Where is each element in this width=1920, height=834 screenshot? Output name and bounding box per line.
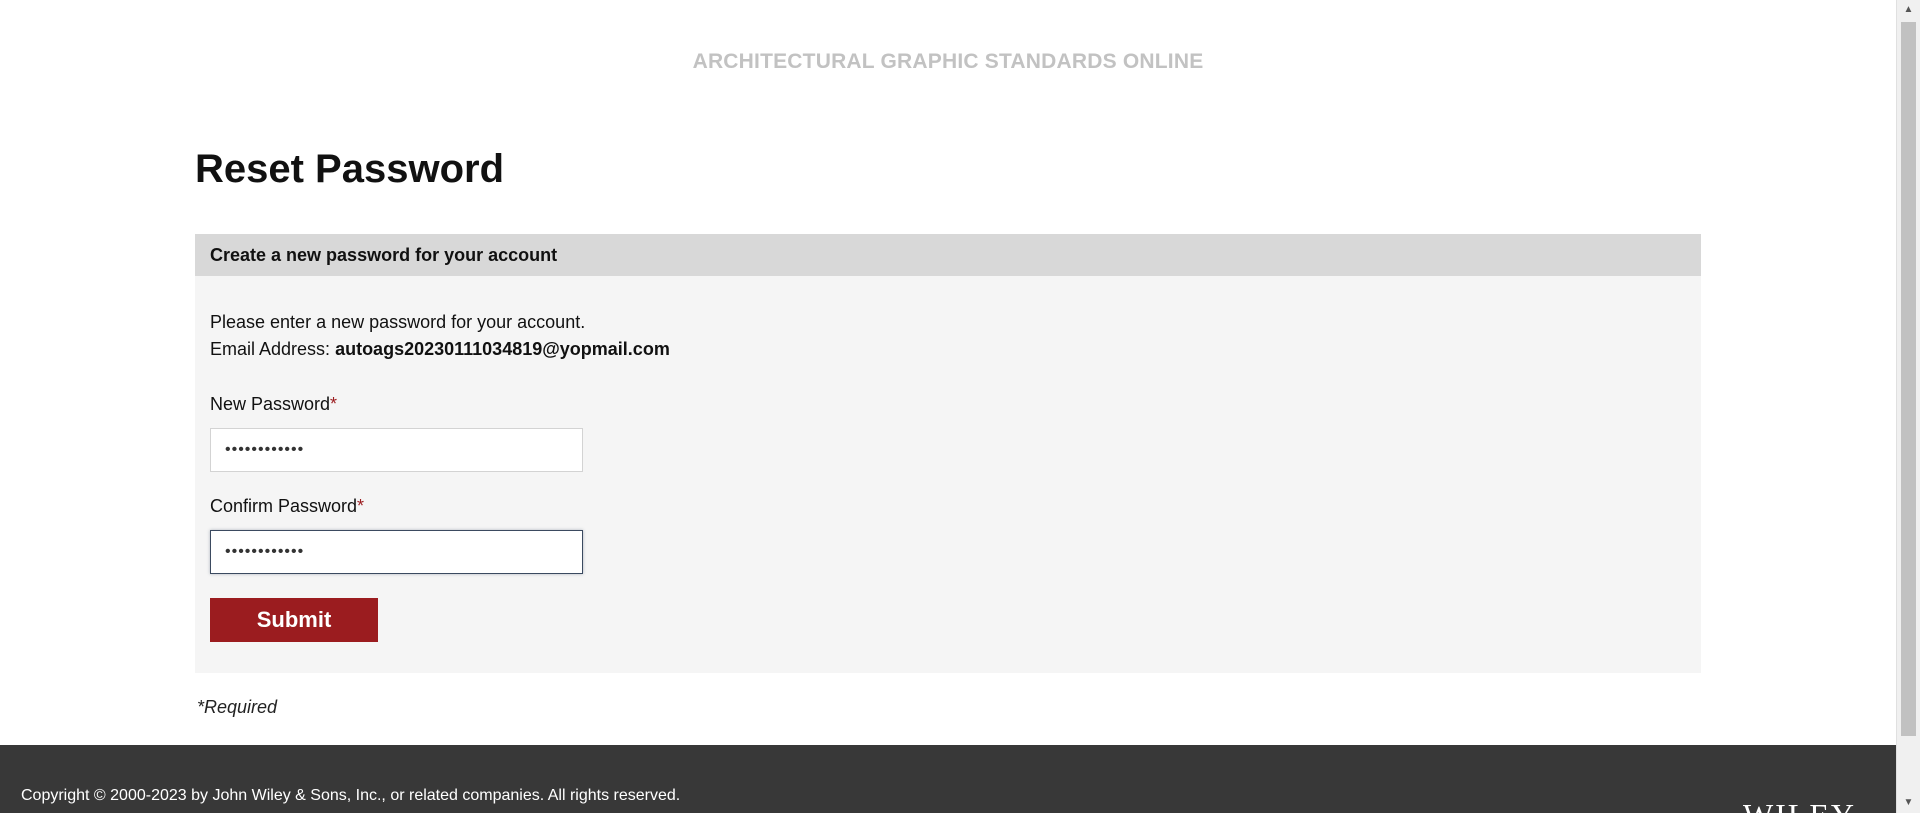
required-asterisk: *	[330, 394, 338, 414]
site-title: ARCHITECTURAL GRAPHIC STANDARDS ONLINE	[692, 50, 1204, 73]
email-value: autoags20230111034819@yopmail.com	[335, 339, 670, 359]
copyright-text: Copyright © 2000-2023 by John Wiley & So…	[21, 787, 681, 804]
page-title: Reset Password	[195, 147, 505, 191]
vertical-scrollbar[interactable]: ▲ ▼	[1896, 0, 1920, 813]
submit-button[interactable]: Submit	[210, 598, 378, 642]
new-password-label: New Password*	[210, 394, 337, 415]
triangle-up-icon[interactable]: ▲	[1897, 0, 1920, 20]
scrollbar-thumb[interactable]	[1901, 22, 1916, 736]
intro-text: Please enter a new password for your acc…	[210, 309, 670, 363]
email-line: Email Address: autoags20230111034819@yop…	[210, 336, 670, 363]
required-asterisk: *	[357, 496, 365, 516]
triangle-down-icon[interactable]: ▼	[1897, 793, 1920, 813]
email-label: Email Address:	[210, 339, 336, 359]
new-password-label-text: New Password	[210, 394, 331, 414]
intro-line: Please enter a new password for your acc…	[210, 312, 586, 332]
confirm-password-label: Confirm Password*	[210, 496, 364, 517]
required-note: *Required	[197, 697, 278, 717]
wiley-logo[interactable]: WILEY	[1743, 797, 1856, 834]
confirm-password-label-text: Confirm Password	[210, 496, 358, 516]
reset-password-panel: Create a new password for your account P…	[195, 234, 1701, 673]
confirm-password-input[interactable]	[210, 530, 583, 574]
new-password-input[interactable]	[210, 428, 583, 472]
footer: Copyright © 2000-2023 by John Wiley & So…	[0, 745, 1896, 833]
page: ARCHITECTURAL GRAPHIC STANDARDS ONLINE R…	[0, 0, 1896, 833]
panel-header: Create a new password for your account	[195, 234, 1701, 276]
